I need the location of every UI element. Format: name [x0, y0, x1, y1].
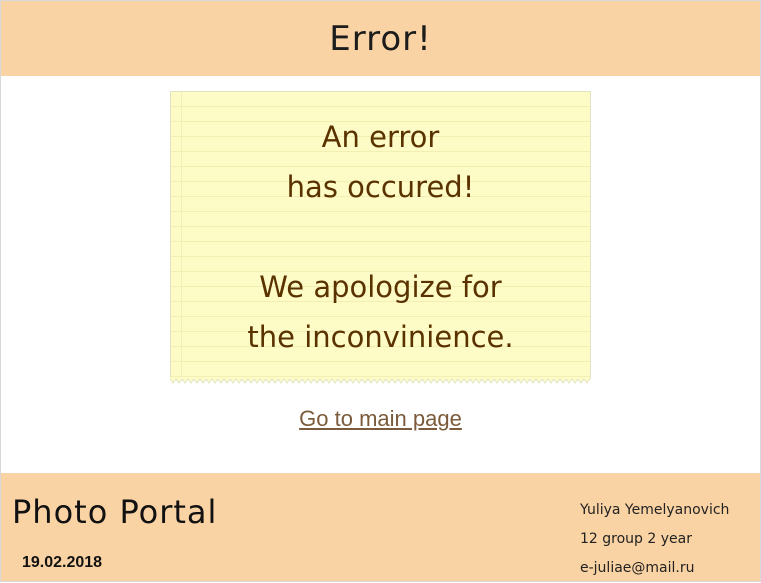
author-email: e-juliae@mail.ru	[580, 560, 695, 576]
apology-message-line: We apologize for	[259, 270, 502, 304]
author-group: 12 group 2 year	[580, 531, 692, 547]
error-message: An error has occured! We apologize for t…	[171, 112, 590, 362]
brand-name: Photo Portal	[12, 493, 218, 531]
error-message-line: has occured!	[286, 170, 475, 204]
author-info: Yuliya Yemelyanovich 12 group 2 year e-j…	[580, 496, 729, 583]
author-name: Yuliya Yemelyanovich	[580, 502, 730, 518]
apology-message-line: the inconvinience.	[247, 320, 514, 354]
go-to-main-page-link[interactable]: Go to main page	[0, 406, 761, 432]
error-note: An error has occured! We apologize for t…	[170, 91, 591, 379]
page-header: Error!	[1, 1, 760, 76]
page-title: Error!	[329, 18, 432, 59]
footer-date: 19.02.2018	[22, 554, 103, 571]
error-message-line: An error	[321, 120, 440, 154]
note-torn-edge	[170, 377, 591, 384]
